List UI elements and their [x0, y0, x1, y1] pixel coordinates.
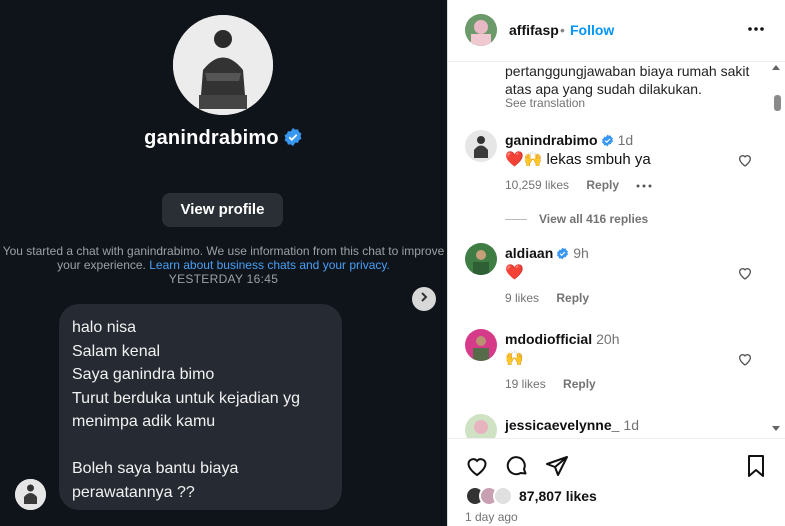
chat-timestamp: YESTERDAY 16:45 [168, 272, 279, 286]
post-actions: 87,807 likes 1 day ago [448, 438, 785, 526]
commenter-username-text: jessicaevelynne_ [505, 417, 620, 433]
scrollbar-thumb[interactable] [774, 95, 781, 111]
share-icon[interactable] [545, 454, 569, 483]
comment-options-icon[interactable] [636, 178, 652, 192]
reply-button[interactable]: Reply [586, 178, 619, 192]
see-translation-link[interactable]: See translation [505, 96, 585, 110]
commenter-username-text: aldiaan [505, 245, 554, 261]
profile-name: ganindrabimo [0, 127, 447, 153]
chat-notice: You started a chat with ganindrabimo. We… [0, 244, 447, 272]
comment-meta: 10,259 likes Reply [505, 178, 666, 192]
reply-button[interactable]: Reply [563, 377, 596, 391]
message-bubble[interactable]: halo nisa Salam kenal Saya ganindra bimo… [59, 304, 342, 510]
comment-meta: 9 likes Reply [505, 291, 603, 305]
next-button[interactable] [412, 287, 436, 311]
comment-text: 🙌 [505, 350, 524, 367]
liker-avatars[interactable] [465, 486, 517, 506]
comments-scrollbar[interactable] [769, 62, 783, 438]
reply-button[interactable]: Reply [556, 291, 589, 305]
author-avatar[interactable] [465, 14, 497, 46]
replies-divider [505, 219, 527, 221]
commenter-username[interactable]: mdodiofficial 20h [505, 331, 619, 347]
commenter-avatar[interactable] [465, 414, 497, 438]
commenter-username[interactable]: aldiaan 9h [505, 245, 589, 263]
like-comment-heart-icon[interactable] [737, 152, 753, 173]
follow-button[interactable]: Follow [570, 22, 614, 38]
commenter-username[interactable]: ganindrabimo 1d [505, 132, 633, 150]
comment-icon[interactable] [505, 454, 529, 483]
separator-dot: • [560, 22, 565, 38]
comment-likes[interactable]: 10,259 likes [505, 178, 569, 192]
like-heart-icon[interactable] [465, 454, 489, 483]
likes-count[interactable]: 87,807 likes [519, 488, 597, 504]
comment-text: ❤️🙌 lekas smbuh ya [505, 151, 651, 168]
verified-icon [556, 247, 569, 263]
caption-line: pertanggungjawaban biaya rumah sakit [505, 63, 750, 79]
post-panel: affifasp • Follow pertanggungjawaban bia… [447, 0, 785, 526]
profile-name-text: ganindrabimo [144, 127, 279, 149]
comment-text: ❤️ [505, 264, 524, 281]
commenter-username-text: mdodiofficial [505, 331, 593, 347]
liker-avatar [493, 486, 513, 506]
more-options-icon[interactable] [747, 20, 765, 43]
commenter-username-text: ganindrabimo [505, 132, 598, 148]
profile-avatar[interactable] [173, 15, 273, 115]
like-comment-heart-icon[interactable] [737, 265, 753, 286]
post-date: 1 day ago [465, 510, 518, 524]
comment-time: 1d [617, 132, 634, 148]
verified-icon [283, 127, 303, 153]
commenter-username[interactable]: jessicaevelynne_ 1d [505, 417, 639, 433]
comment-likes[interactable]: 9 likes [505, 291, 539, 305]
post-header: affifasp • Follow [448, 0, 785, 62]
comment-time: 9h [573, 245, 589, 261]
view-profile-button[interactable]: View profile [162, 193, 283, 227]
comment-meta: 19 likes Reply [505, 377, 610, 391]
view-replies-text: View all 416 replies [539, 212, 649, 226]
commenter-avatar[interactable] [465, 130, 497, 162]
business-chats-link[interactable]: Learn about business chats and your priv… [149, 258, 390, 272]
comment-time: 1d [623, 417, 639, 433]
bookmark-icon[interactable] [744, 454, 768, 483]
commenter-avatar[interactable] [465, 329, 497, 361]
comment-time: 20h [596, 331, 620, 347]
comments-list: pertanggungjawaban biaya rumah sakit ata… [448, 62, 785, 438]
verified-icon [601, 134, 614, 150]
view-replies-link[interactable]: View all 416 replies [505, 212, 648, 226]
sender-avatar[interactable] [15, 479, 46, 510]
comment-likes[interactable]: 19 likes [505, 377, 546, 391]
author-username[interactable]: affifasp [509, 22, 559, 38]
chevron-right-icon [418, 290, 430, 308]
message-text: halo nisa Salam kenal Saya ganindra bimo… [72, 319, 300, 501]
commenter-avatar[interactable] [465, 243, 497, 275]
like-comment-heart-icon[interactable] [737, 351, 753, 372]
dm-panel: ganindrabimo View profile You started a … [0, 0, 447, 526]
caption: pertanggungjawaban biaya rumah sakit ata… [505, 62, 749, 98]
